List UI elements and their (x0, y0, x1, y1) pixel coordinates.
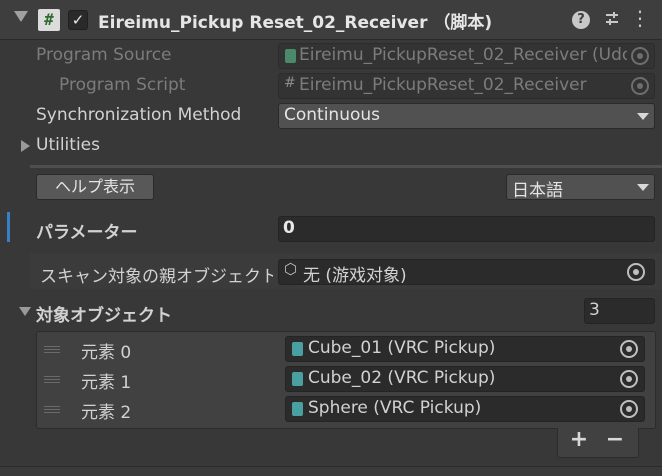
parameter-label: パラメーター (36, 223, 138, 243)
chevron-down-icon (637, 113, 649, 120)
add-element-button[interactable]: + (567, 428, 591, 454)
drag-handle-icon[interactable] (44, 376, 60, 383)
object-picker-icon[interactable] (631, 47, 649, 65)
list-item-value: Cube_01 (VRC Pickup) (308, 338, 496, 358)
list-item-label: 元素 1 (81, 373, 132, 393)
sync-method-dropdown[interactable]: Continuous (278, 103, 655, 129)
help-display-button[interactable]: ヘルプ表示 (36, 174, 154, 200)
targets-size-input[interactable]: 3 (584, 298, 655, 324)
component-asset-icon (292, 342, 303, 356)
program-script-field[interactable]: # Eireimu_PickupReset_02_Receiver (278, 73, 655, 99)
gameobject-cube-icon: ⬡ (284, 260, 298, 278)
object-picker-icon[interactable] (620, 370, 638, 388)
scan-parent-field[interactable]: ⬡ 无 (游戏对象) (278, 259, 655, 285)
language-dropdown[interactable]: 日本語 (506, 174, 655, 201)
utilities-expand-icon[interactable] (21, 140, 30, 152)
component-header[interactable]: # ✓ Eireimu_Pickup Reset_02_Receiver （脚本… (0, 0, 662, 40)
object-picker-icon[interactable] (620, 400, 638, 418)
list-item-value: Sphere (VRC Pickup) (308, 398, 482, 418)
fold-arrow-icon[interactable] (14, 11, 28, 22)
list-item-label: 元素 2 (81, 403, 132, 423)
component-title: Eireimu_Pickup Reset_02_Receiver （脚本) (98, 13, 493, 33)
list-item-field[interactable]: Cube_02 (VRC Pickup) (285, 366, 645, 392)
program-source-field[interactable]: Eireimu_PickupReset_02_Receiver (Udo (278, 43, 655, 69)
scan-parent-value: 无 (游戏对象) (303, 266, 407, 285)
chevron-down-icon (637, 184, 649, 191)
component-asset-icon (292, 372, 303, 386)
targets-size-value: 3 (589, 300, 600, 320)
targets-collapse-icon[interactable] (19, 307, 31, 316)
object-picker-icon[interactable] (620, 340, 638, 358)
inspector-bottom-edge (0, 466, 662, 476)
drag-handle-icon[interactable] (44, 406, 60, 413)
scan-parent-label: スキャン対象の親オブジェクト (40, 267, 273, 287)
script-asset-icon: # (284, 75, 296, 91)
program-script-label: Program Script (59, 75, 186, 95)
object-picker-icon[interactable] (627, 263, 645, 281)
presets-icon[interactable] (602, 10, 622, 30)
drag-handle-icon[interactable] (44, 346, 60, 353)
script-icon: # (38, 9, 60, 31)
object-picker-icon[interactable] (631, 77, 649, 95)
component-asset-icon (292, 402, 303, 416)
modified-indicator-bar (7, 212, 10, 242)
list-item-field[interactable]: Cube_01 (VRC Pickup) (285, 336, 645, 362)
language-value: 日本語 (512, 181, 563, 201)
program-source-label: Program Source (36, 45, 172, 65)
sync-method-value: Continuous (284, 105, 381, 125)
more-options-icon[interactable]: ⋮ (630, 8, 650, 30)
parameter-value: 0 (283, 218, 295, 238)
sync-method-label: Synchronization Method (36, 105, 242, 125)
remove-element-button[interactable]: − (603, 428, 627, 454)
list-item-field[interactable]: Sphere (VRC Pickup) (285, 396, 645, 422)
utilities-foldout[interactable]: Utilities (36, 135, 100, 155)
section-divider (30, 165, 662, 168)
parameter-input[interactable]: 0 (278, 216, 655, 242)
udon-asset-icon (285, 49, 296, 63)
targets-foldout[interactable]: 対象オブジェクト (36, 301, 172, 326)
program-script-value: Eireimu_PickupReset_02_Receiver (299, 75, 587, 95)
list-item-value: Cube_02 (VRC Pickup) (308, 368, 496, 388)
enable-checkbox[interactable]: ✓ (68, 10, 88, 30)
help-icon[interactable]: ? (572, 11, 590, 29)
program-source-value: Eireimu_PickupReset_02_Receiver (Udo (299, 45, 627, 65)
list-item-label: 元素 0 (81, 343, 132, 363)
